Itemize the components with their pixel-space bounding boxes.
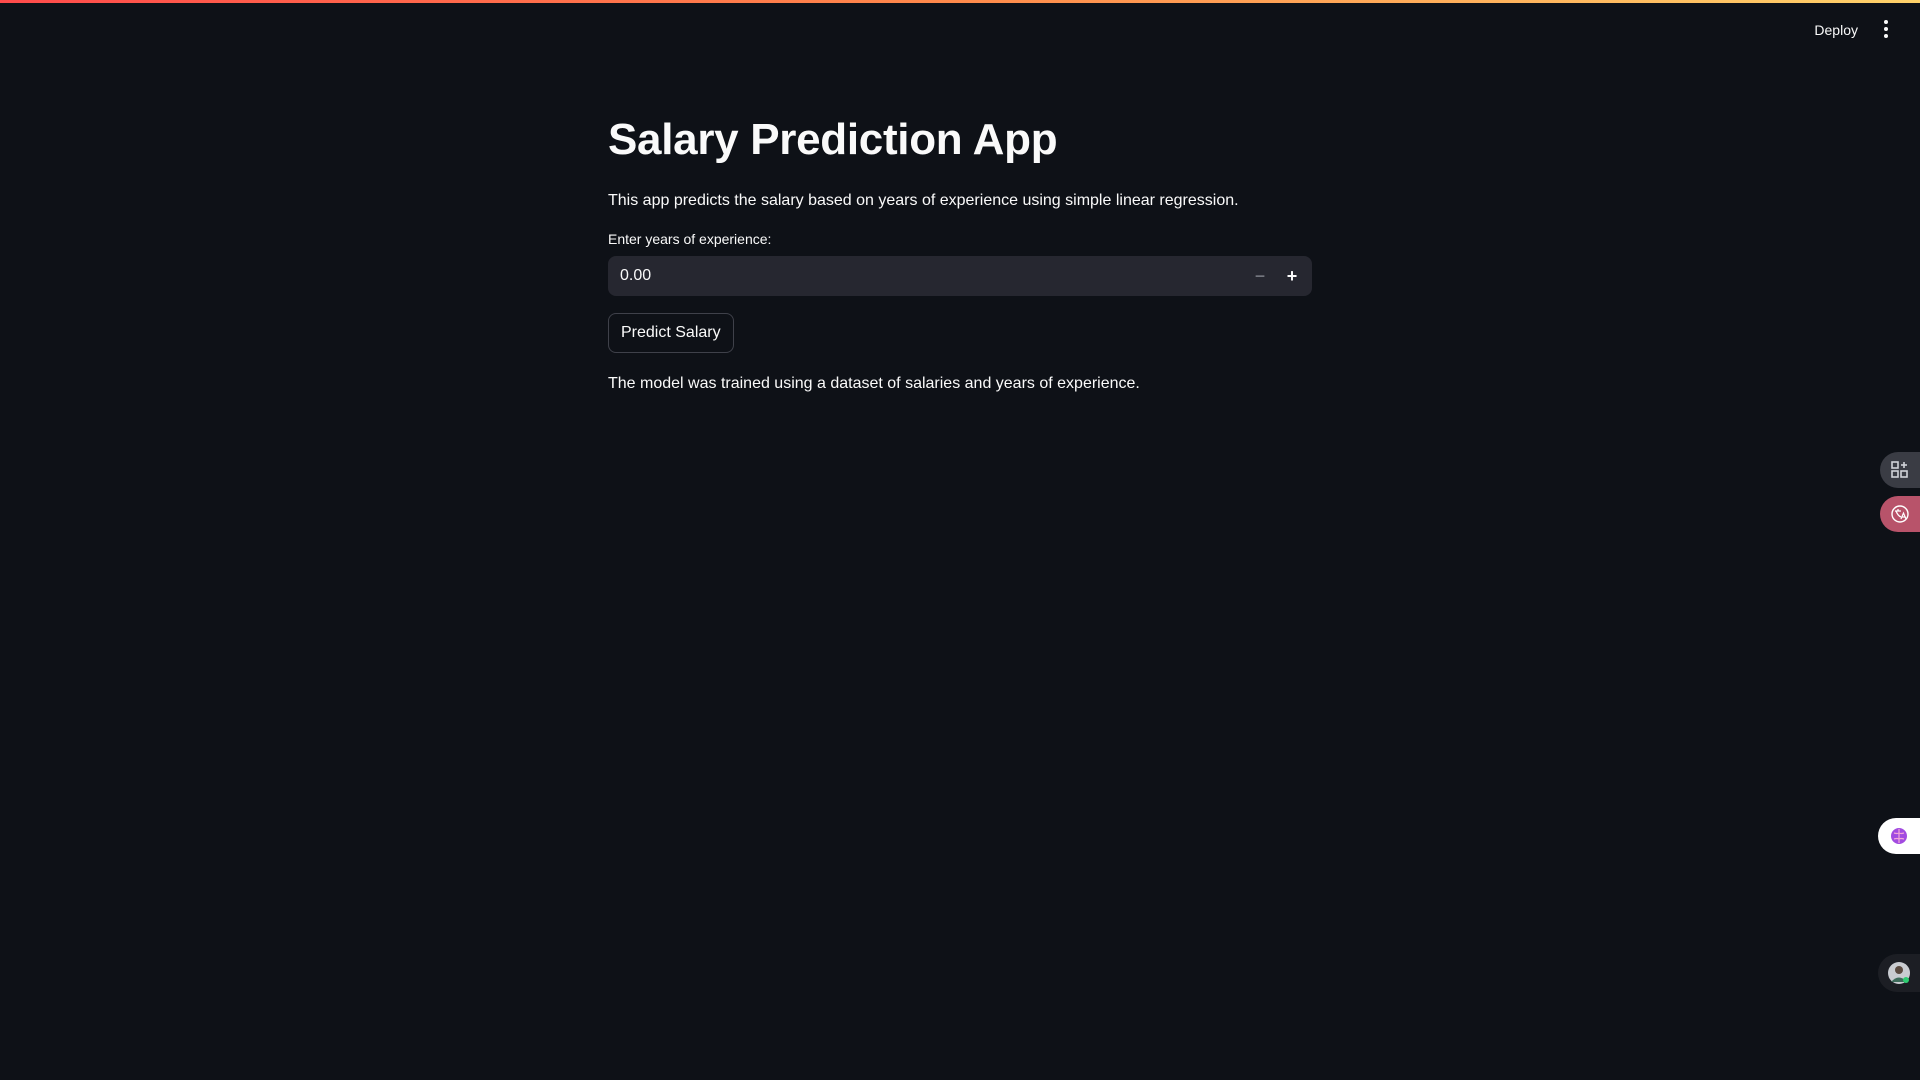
apps-grid-icon xyxy=(1891,461,1908,478)
main-content: Salary Prediction App This app predicts … xyxy=(608,110,1312,395)
brain-icon xyxy=(1891,828,1907,844)
app-header: Deploy xyxy=(0,0,1920,60)
app-description: This app predicts the salary based on ye… xyxy=(608,192,1239,209)
menu-dot xyxy=(1884,20,1888,24)
translate-widget[interactable] xyxy=(1880,496,1920,532)
deploy-button[interactable]: Deploy xyxy=(1808,18,1864,42)
avatar-icon xyxy=(1888,962,1910,984)
avatar-widget[interactable] xyxy=(1878,954,1920,992)
decrement-button[interactable]: − xyxy=(1244,256,1276,296)
experience-input-field[interactable] xyxy=(608,266,1244,286)
predict-salary-button[interactable]: Predict Salary xyxy=(608,313,734,353)
brain-widget[interactable] xyxy=(1878,818,1920,854)
experience-number-input: − + xyxy=(608,256,1312,296)
page-title: Salary Prediction App xyxy=(608,115,1058,164)
apps-grid-widget[interactable] xyxy=(1880,452,1920,488)
translate-icon xyxy=(1891,505,1909,523)
menu-dot xyxy=(1884,34,1888,38)
model-note: The model was trained using a dataset of… xyxy=(608,375,1140,392)
increment-button[interactable]: + xyxy=(1276,256,1308,296)
experience-input-label: Enter years of experience: xyxy=(608,231,772,247)
menu-dot xyxy=(1884,27,1888,31)
main-menu-icon[interactable] xyxy=(1876,18,1896,40)
